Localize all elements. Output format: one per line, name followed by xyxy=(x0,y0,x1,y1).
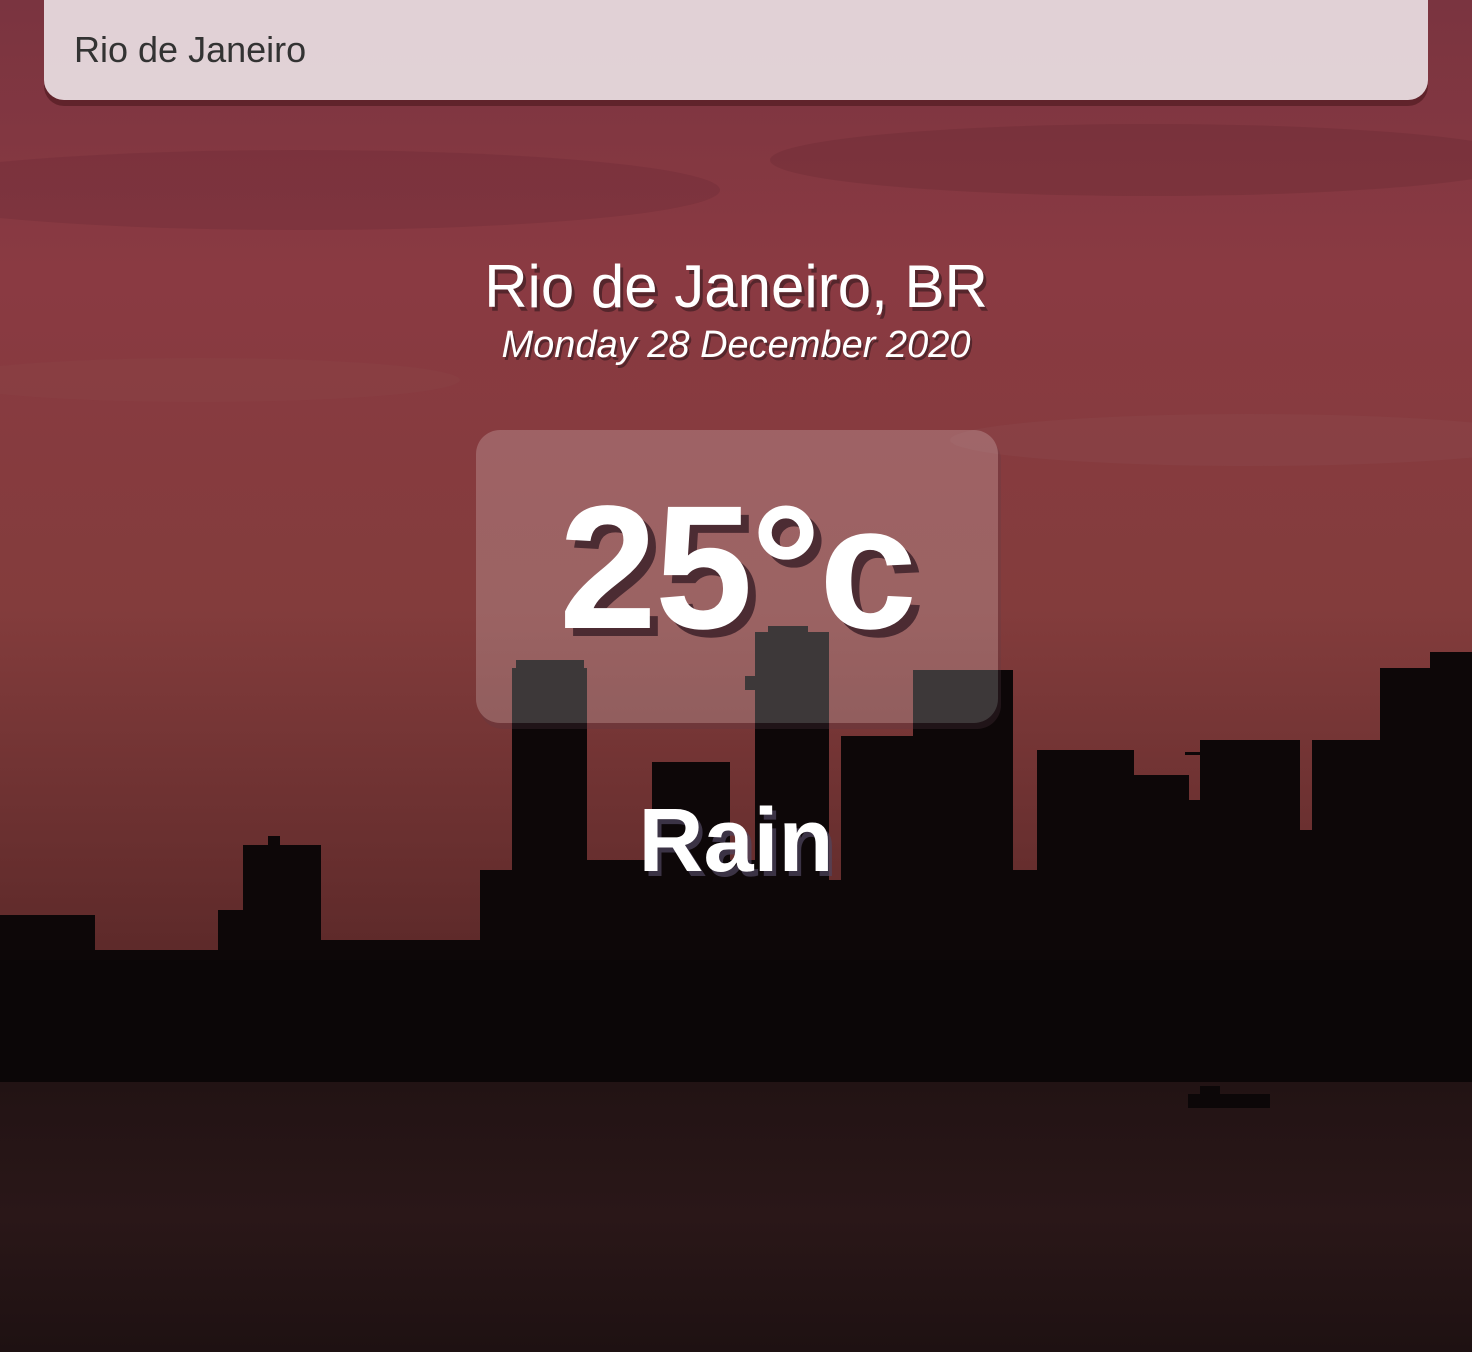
temperature-card: 25°c xyxy=(476,430,998,723)
weather-condition: Rain xyxy=(638,791,834,891)
search-input[interactable] xyxy=(74,24,1374,76)
current-date: Monday 28 December 2020 xyxy=(501,324,971,366)
temperature-value: 25°c xyxy=(558,470,917,666)
search-bar xyxy=(44,0,1428,100)
location-name: Rio de Janeiro, BR xyxy=(484,253,988,320)
